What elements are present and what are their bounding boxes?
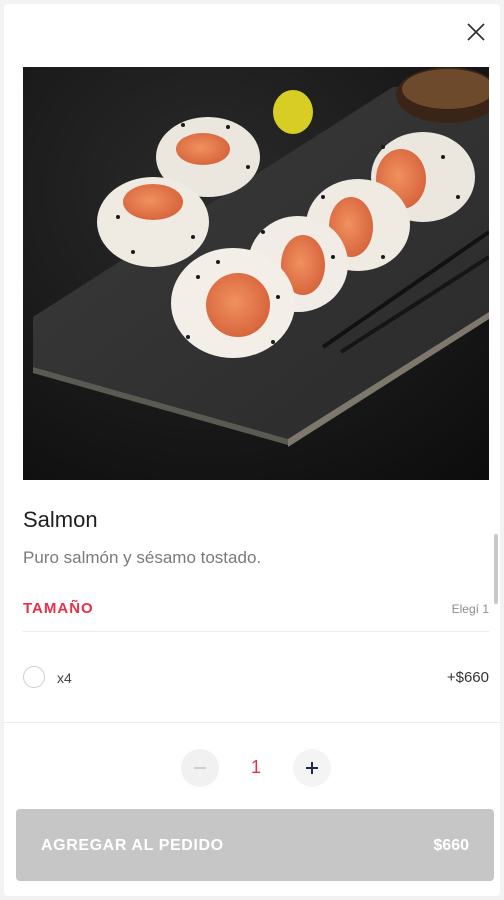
section-title: TAMAÑO: [23, 600, 94, 617]
plus-icon: [306, 762, 318, 774]
product-title: Salmon: [23, 507, 98, 532]
quantity-value: 1: [250, 757, 261, 777]
add-to-order-button[interactable]: AGREGAR AL PEDIDO $660: [16, 809, 494, 881]
increase-quantity-button[interactable]: [293, 749, 331, 787]
product-image: [23, 67, 489, 480]
option-row-x4[interactable]: x4 +$660: [23, 656, 489, 700]
close-button[interactable]: [464, 20, 488, 44]
quantity-stepper: 1: [181, 749, 331, 787]
add-to-order-label: AGREGAR AL PEDIDO: [41, 837, 224, 854]
scrollbar-thumb[interactable]: [494, 534, 498, 604]
size-section-header: TAMAÑO Elegí 1: [23, 600, 489, 632]
section-hint: Elegí 1: [451, 602, 489, 616]
divider: [4, 722, 500, 723]
add-to-order-price: $660: [433, 837, 469, 854]
option-label: x4: [57, 670, 72, 686]
option-radio[interactable]: [23, 666, 45, 688]
option-price: +$660: [446, 669, 489, 686]
product-description: Puro salmón y sésamo tostado.: [23, 548, 262, 567]
close-icon: [467, 23, 485, 41]
minus-icon: [194, 767, 206, 769]
decrease-quantity-button[interactable]: [181, 749, 219, 787]
product-modal: Salmon Puro salmón y sésamo tostado. TAM…: [4, 4, 500, 896]
